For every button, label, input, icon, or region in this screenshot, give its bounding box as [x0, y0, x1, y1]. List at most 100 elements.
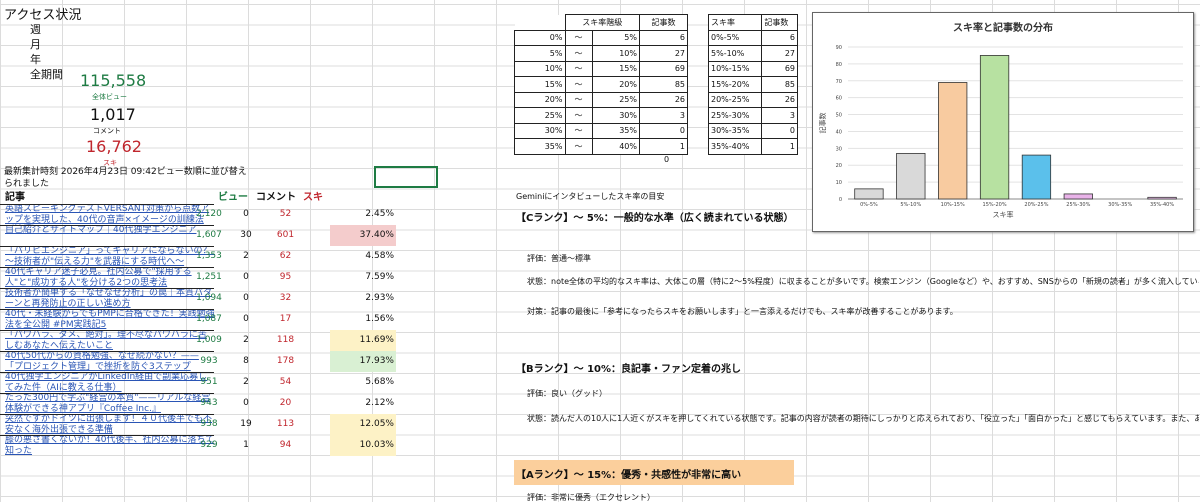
c-rank-action: 対策：記事の最後に「参考になったらスキをお願いします」と一言添えるだけでも、スキ… — [527, 307, 958, 316]
y-tick-label: 40 — [836, 129, 842, 135]
article-suki-rate: 11.69% — [330, 330, 396, 351]
b-rank-heading: 【Bランク】～ 10%：良記事・ファン定着の兆し — [516, 364, 742, 375]
chart-bar — [938, 82, 968, 200]
dist-to: 10% — [591, 45, 640, 62]
dist-row: 20% ～ 25% 26 — [514, 91, 689, 108]
table-row[interactable]: 技術者が簡単する「なぜなぜ分析」の罠｜本質パターンと再発防止の正しい進め方 1,0… — [0, 288, 394, 309]
period-month[interactable]: 月 — [30, 36, 41, 52]
rate-count: 85 — [761, 76, 798, 93]
header-suki: スキ — [303, 192, 323, 203]
rate-header-count: 記事数 — [761, 14, 798, 31]
rate-label: 30%-35% — [707, 122, 763, 139]
table-row[interactable]: 40代・未経験からでもPMPに合格できた！実践勉強法を全公開 #PM実践記5 1,… — [0, 309, 394, 330]
table-row[interactable]: 「パリピエンジニア」ってキャリアにならないの？ ～技術者が"伝える力"を武器にす… — [0, 246, 394, 267]
article-suki-rate: 2.12% — [365, 398, 394, 408]
article-suki: 601 — [276, 230, 295, 240]
dist-to: 30% — [591, 107, 640, 124]
dist-extra: 0 — [664, 155, 670, 164]
row-divider — [0, 288, 214, 289]
table-row[interactable]: 40代独学エンジニアがLinkedIn経由で副業応募してみた件（AIに教える仕事… — [0, 372, 394, 393]
rate-label: 5%-10% — [707, 45, 763, 62]
article-suki: 113 — [276, 419, 295, 429]
dist-from: 20% — [514, 91, 566, 108]
total-views-value: 115,558 — [80, 71, 147, 90]
row-divider — [0, 393, 214, 394]
chart-bar — [854, 188, 884, 200]
chart-container[interactable]: スキ率と記事数の分布 0 10 20 30 40 50 60 70 80 90 0%-5% 5%-10%… — [812, 12, 1194, 232]
chart-bar — [1063, 193, 1093, 200]
x-tick-label: 15%-20% — [983, 202, 1007, 208]
dist-row: 30% ～ 35% 0 — [514, 122, 689, 139]
dist-to: 25% — [591, 91, 640, 108]
table-row[interactable]: 自己紹介とサイトマップ｜40代独学エンジニア 1,607 30 601 37.40% — [0, 225, 396, 246]
suki-value: 16,762 — [86, 137, 142, 156]
article-suki-rate: 5.68% — [365, 377, 394, 387]
dist-to: 15% — [591, 60, 640, 77]
period-year[interactable]: 年 — [30, 51, 41, 67]
dist-row: 10% ～ 15% 69 — [514, 60, 689, 77]
selected-cell[interactable] — [374, 166, 438, 188]
x-tick-label: 0%-5% — [860, 202, 878, 208]
rate-label: 0%-5% — [707, 29, 763, 46]
updated-note: 最新集計時刻 2026年4月23日 09:42ビュー数順に並び替えられました — [4, 167, 247, 189]
article-suki-rate: 2.45% — [365, 209, 394, 219]
rate-label: 20%-25% — [707, 91, 763, 108]
rate-count: 27 — [761, 45, 798, 62]
table-row[interactable]: 突然ですがドイツに出張します！４０代後半でも不安なく海外出張できる準備 938 19… — [0, 414, 396, 435]
a-rank-eval: 評価：非常に優秀（エクセレント） — [527, 493, 655, 502]
article-suki-rate: 37.40% — [330, 225, 396, 246]
dist-tilde: ～ — [564, 107, 593, 124]
row-divider — [0, 225, 214, 226]
table-row[interactable]: 「パワハラ、ダメ、絶対」。理不尽なパワハラに苦しむあなたへ伝えたいこと 1,009… — [0, 330, 396, 351]
rate-label: 25%-30% — [707, 107, 763, 124]
article-suki: 54 — [279, 377, 292, 387]
dist-from: 0% — [514, 29, 566, 46]
table-row[interactable]: たった300円で学ぶ"経営の本質"——リアルな経営体験ができる神アプリ『Coff… — [0, 393, 394, 414]
rate-row: 20%-25% 26 — [707, 91, 798, 108]
dist-from: 30% — [514, 122, 566, 139]
c-rank-state: 状態：note全体の平均的なスキ率は、大体この層（特に2～5%程度）に収まること… — [527, 277, 1199, 286]
rate-count: 1 — [761, 138, 798, 155]
rate-row: 25%-30% 3 — [707, 107, 798, 124]
dist-from: 35% — [514, 138, 566, 155]
rate-count: 3 — [761, 107, 798, 124]
row-divider — [0, 330, 214, 331]
period-week[interactable]: 週 — [30, 21, 41, 37]
dist-count: 0 — [638, 122, 689, 139]
row-divider — [0, 435, 214, 436]
rate-count: 69 — [761, 60, 798, 77]
chart-bar — [896, 152, 926, 200]
x-tick-label: 5%-10% — [900, 202, 921, 208]
x-tick-label: 30%-35% — [1108, 202, 1132, 208]
dist-tilde: ～ — [564, 29, 593, 46]
dist-row: 25% ～ 30% 3 — [514, 107, 689, 124]
article-suki: 118 — [276, 335, 295, 345]
row-divider — [0, 372, 214, 373]
dist-count: 6 — [638, 29, 689, 46]
x-tick-label: 25%-30% — [1066, 202, 1090, 208]
row-divider — [0, 414, 214, 415]
c-rank-heading: 【Cランク】～ 5%：一般的な水準（広く読まれている状態） — [516, 213, 794, 224]
article-suki: 178 — [276, 356, 295, 366]
row-divider — [0, 309, 214, 310]
comments-label: コメント — [93, 127, 121, 135]
dist-count: 27 — [638, 45, 689, 62]
row-divider — [0, 204, 214, 205]
header-comment: コメント — [256, 192, 296, 203]
rate-row: 35%-40% 1 — [707, 138, 798, 155]
dist-header-count: 記事数 — [638, 14, 689, 31]
article-suki: 52 — [279, 209, 292, 219]
article-suki: 62 — [279, 251, 292, 261]
article-suki-rate: 17.93% — [330, 351, 396, 372]
dist-row: 35% ～ 40% 1 — [514, 138, 689, 155]
header-view: ビュー — [218, 192, 248, 203]
period-all[interactable]: 全期間 — [30, 66, 63, 82]
table-row[interactable]: 40代50代からの資格勉強、なぜ続かない？——「プロジェクト管理」で挫折を防ぐ3… — [0, 351, 396, 372]
table-row[interactable]: 膝の悪さ書くないか！40代後半、社内公募に落ちて知った 929 1 94 10.03% — [0, 435, 396, 456]
y-tick-label: 60 — [836, 96, 842, 102]
rate-count: 26 — [761, 91, 798, 108]
guide-intro: Geminiにインタビューしたスキ率の目安 — [516, 192, 665, 201]
table-row[interactable]: 英語スピーキングテストVERSANT対策から点数アップを実現した、40代の音声×… — [0, 204, 394, 225]
c-rank-eval: 評価：普通～標準 — [527, 254, 591, 263]
table-row[interactable]: 40代キャリア迷子必見。社内公募で"採用する人"と"成功する人"を分ける2つの思… — [0, 267, 394, 288]
